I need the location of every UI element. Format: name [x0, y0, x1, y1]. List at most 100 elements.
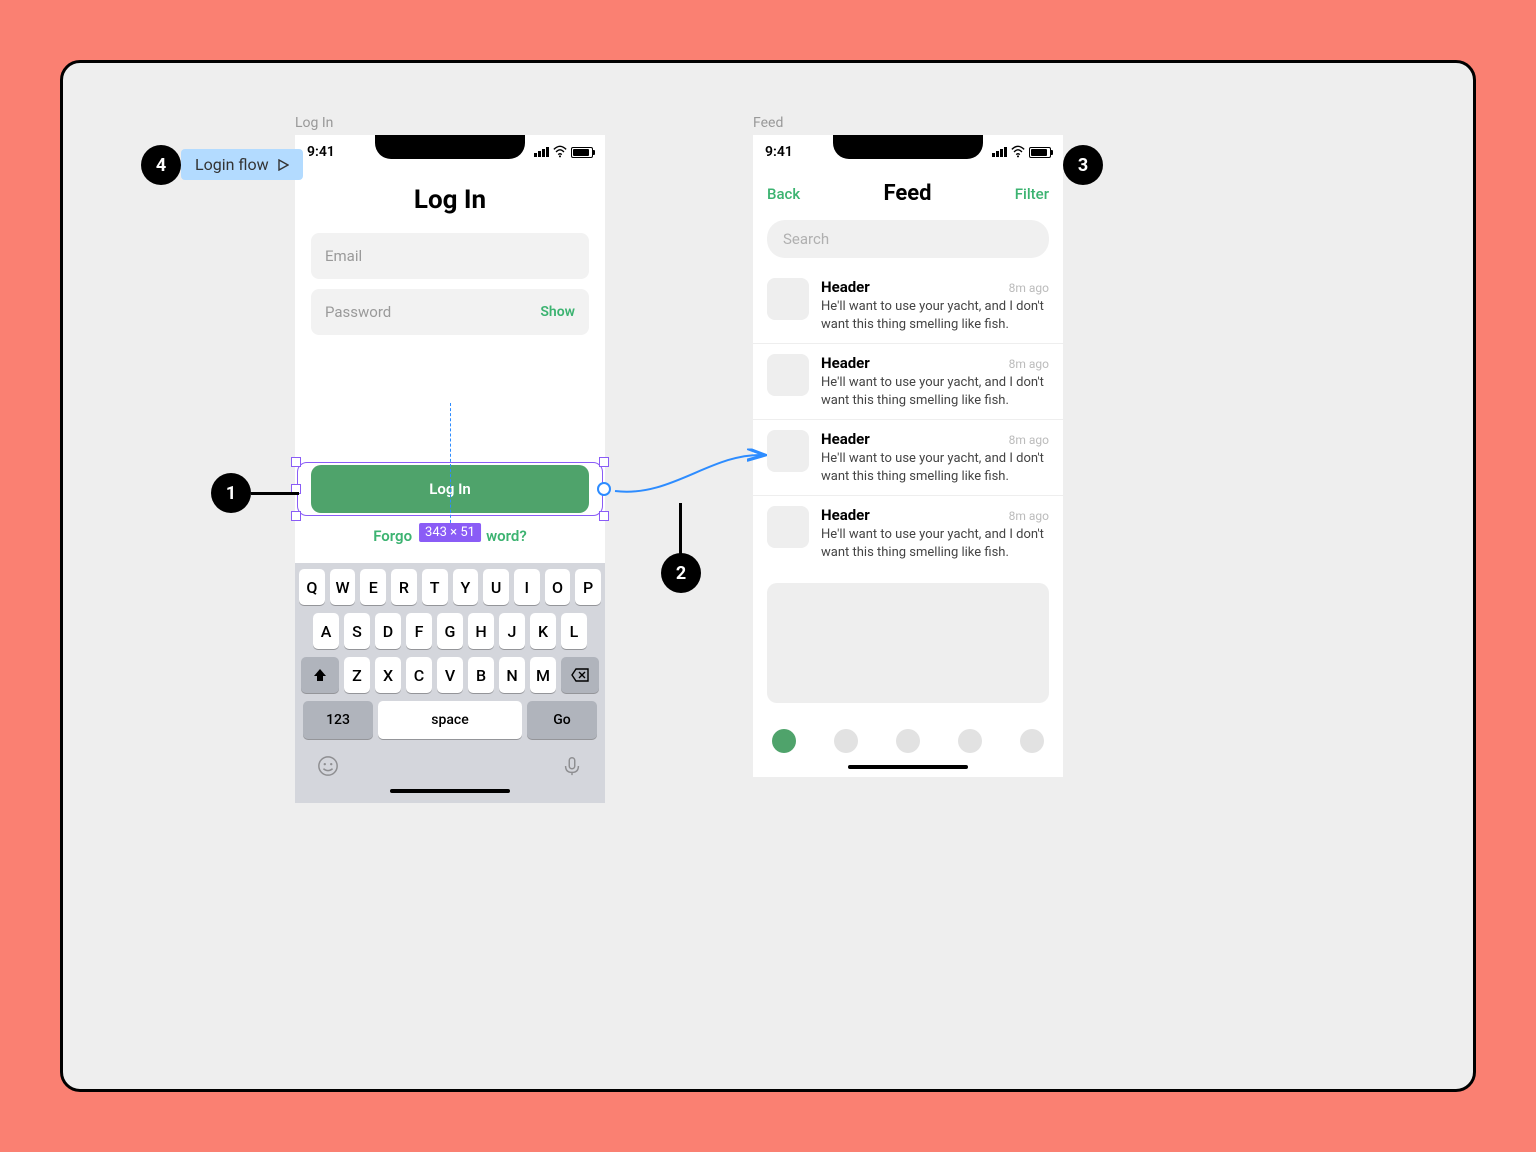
ios-keyboard: QWERTYUIOP ASDFGHJKL ZXCVBNM 123 space G… [295, 563, 605, 803]
nav-bar: Back Feed Filter [753, 169, 1063, 212]
key-j[interactable]: J [499, 613, 525, 649]
resize-handle[interactable] [291, 457, 301, 467]
resize-handle[interactable] [599, 511, 609, 521]
frame-label-feed[interactable]: Feed [753, 115, 783, 131]
status-icons [534, 145, 593, 159]
feed-list: Header 8m ago He'll want to use your yacht… [753, 268, 1063, 571]
home-indicator [390, 789, 510, 793]
tab-bar [753, 715, 1063, 759]
key-i[interactable]: I [514, 569, 540, 605]
badge-2-number: 2 [676, 563, 686, 584]
tab-dot-1[interactable] [772, 729, 796, 753]
password-placeholder: Password [325, 303, 391, 321]
forgot-prefix: Forgo [373, 527, 412, 545]
key-c[interactable]: C [406, 657, 432, 693]
backspace-key[interactable] [561, 657, 599, 693]
key-g[interactable]: G [437, 613, 463, 649]
login-button-selection[interactable]: Log In 343 × 51 [311, 465, 589, 513]
feed-item[interactable]: Header 8m ago He'll want to use your yacht… [753, 420, 1063, 496]
key-l[interactable]: L [561, 613, 587, 649]
feed-item-time: 8m ago [1009, 433, 1049, 447]
mic-icon[interactable] [561, 755, 583, 777]
tab-dot-5[interactable] [1020, 729, 1044, 753]
search-placeholder: Search [783, 230, 829, 248]
status-bar: 9:41 [753, 135, 1063, 169]
annotation-badge-2: 2 [661, 553, 701, 593]
feed-frame[interactable]: 9:41 Back Feed Filter Search Header 8m ag… [753, 135, 1063, 777]
tab-dot-3[interactable] [896, 729, 920, 753]
signal-icon [534, 147, 549, 157]
go-key[interactable]: Go [527, 701, 597, 739]
annotation-badge-3: 3 [1063, 145, 1103, 185]
key-m[interactable]: M [530, 657, 556, 693]
key-q[interactable]: Q [299, 569, 325, 605]
space-key[interactable]: space [378, 701, 522, 739]
feed-item-text: He'll want to use your yacht, and I don'… [821, 526, 1049, 561]
key-y[interactable]: Y [453, 569, 479, 605]
signal-icon [992, 147, 1007, 157]
feed-thumbnail [767, 506, 809, 548]
feed-title: Feed [883, 181, 931, 206]
feed-item-time: 8m ago [1009, 509, 1049, 523]
key-e[interactable]: E [360, 569, 386, 605]
key-f[interactable]: F [406, 613, 432, 649]
feed-item-header: Header [821, 430, 870, 448]
feed-thumbnail [767, 354, 809, 396]
annotation-badge-1: 1 [211, 473, 251, 513]
feed-item[interactable]: Header8m agoHe'll want to use your yacht… [753, 344, 1063, 420]
key-w[interactable]: W [330, 569, 356, 605]
resize-handle[interactable] [599, 457, 609, 467]
emoji-icon[interactable] [317, 755, 339, 777]
feed-item-header: Header [821, 278, 870, 296]
play-icon [277, 159, 289, 171]
status-time: 9:41 [307, 144, 335, 160]
tab-dot-2[interactable] [834, 729, 858, 753]
login-frame[interactable]: 9:41 Log In Email Password Show Log In [295, 135, 605, 803]
selection-dimensions-badge: 343 × 51 [419, 523, 481, 542]
feed-card-placeholder [767, 583, 1049, 703]
key-p[interactable]: P [575, 569, 601, 605]
shift-key[interactable] [301, 657, 339, 693]
key-t[interactable]: T [422, 569, 448, 605]
prototype-connection-arrow[interactable] [611, 443, 771, 503]
feed-thumbnail [767, 430, 809, 472]
key-s[interactable]: S [344, 613, 370, 649]
key-u[interactable]: U [483, 569, 509, 605]
numbers-key[interactable]: 123 [303, 701, 373, 739]
feed-item-text: He'll want to use your yacht, and I don'… [821, 450, 1049, 485]
key-o[interactable]: O [545, 569, 571, 605]
key-d[interactable]: D [375, 613, 401, 649]
key-x[interactable]: X [375, 657, 401, 693]
key-n[interactable]: N [499, 657, 525, 693]
prototype-connection-node[interactable] [597, 482, 611, 496]
tab-dot-4[interactable] [958, 729, 982, 753]
search-input[interactable]: Search [767, 220, 1049, 258]
password-field[interactable]: Password Show [311, 289, 589, 335]
feed-item[interactable]: Header8m agoHe'll want to use your yacht… [753, 268, 1063, 344]
key-a[interactable]: A [313, 613, 339, 649]
back-button[interactable]: Back [767, 185, 800, 203]
key-z[interactable]: Z [344, 657, 370, 693]
feed-item-text: He'll want to use your yacht, and I don'… [821, 374, 1049, 409]
filter-button[interactable]: Filter [1015, 185, 1049, 203]
forgot-suffix: word? [486, 527, 527, 545]
flow-label-text: Login flow [195, 155, 269, 174]
notch [833, 135, 983, 159]
key-b[interactable]: B [468, 657, 494, 693]
resize-handle[interactable] [291, 511, 301, 521]
key-k[interactable]: K [530, 613, 556, 649]
feed-item[interactable]: Header8m agoHe'll want to use your yacht… [753, 496, 1063, 571]
key-v[interactable]: V [437, 657, 463, 693]
status-bar: 9:41 [295, 135, 605, 169]
flow-label-pill[interactable]: Login flow [181, 149, 303, 180]
show-password-button[interactable]: Show [540, 304, 575, 320]
design-canvas[interactable]: 4 Login flow 3 1 2 Log In Feed 9:41 [60, 60, 1476, 1092]
email-field[interactable]: Email [311, 233, 589, 279]
annotation-badge-4: 4 [141, 145, 181, 185]
badge-1-connector [251, 492, 299, 495]
key-h[interactable]: H [468, 613, 494, 649]
key-r[interactable]: R [391, 569, 417, 605]
status-icons [992, 145, 1051, 159]
badge-1-number: 1 [226, 483, 236, 504]
frame-label-login[interactable]: Log In [295, 115, 333, 131]
